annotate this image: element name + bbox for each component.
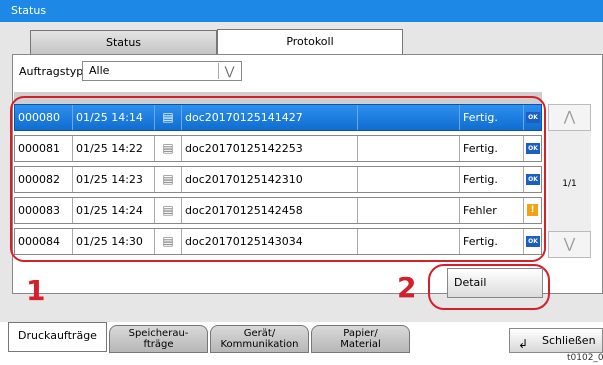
figure-reference-code: t0102_0	[567, 353, 603, 363]
return-arrow-icon: ↲	[518, 337, 529, 351]
job-type-value: Alle	[89, 64, 110, 77]
chevron-down-icon[interactable]: ⋁	[218, 63, 240, 79]
job-type-label: Auftragstyp	[19, 65, 84, 78]
chevron-up-icon: ⋀	[563, 109, 576, 125]
window-title: Status	[11, 4, 47, 17]
tab-status[interactable]: Status	[30, 30, 217, 54]
close-button-label: Schließen	[542, 334, 596, 347]
chevron-down-icon: ⋁	[563, 236, 576, 252]
tab-protokoll[interactable]: Protokoll	[217, 29, 403, 55]
scroll-down-button[interactable]: ⋁	[548, 231, 591, 258]
detail-button[interactable]: Detail	[447, 268, 543, 298]
page-indicator: 1/1	[562, 179, 577, 189]
job-type-select[interactable]: Alle ⋁	[82, 61, 242, 81]
callout-number-1: 1	[26, 274, 46, 307]
bottom-tab-print-jobs[interactable]: Druckaufträge	[8, 322, 107, 352]
window-title-bar: Status	[0, 0, 603, 22]
bottom-tab-storage-jobs[interactable]: Speicherau- fträge	[109, 325, 208, 353]
scroll-up-button[interactable]: ⋀	[548, 104, 591, 131]
bottom-tab-device-communication[interactable]: Gerät/ Kommunikation	[210, 325, 309, 353]
bottom-tab-paper-material[interactable]: Papier/ Material	[311, 325, 410, 353]
callout-number-2: 2	[397, 271, 417, 304]
close-button[interactable]: ↲ Schließen	[509, 328, 603, 353]
list-highlight-outline	[10, 96, 546, 262]
